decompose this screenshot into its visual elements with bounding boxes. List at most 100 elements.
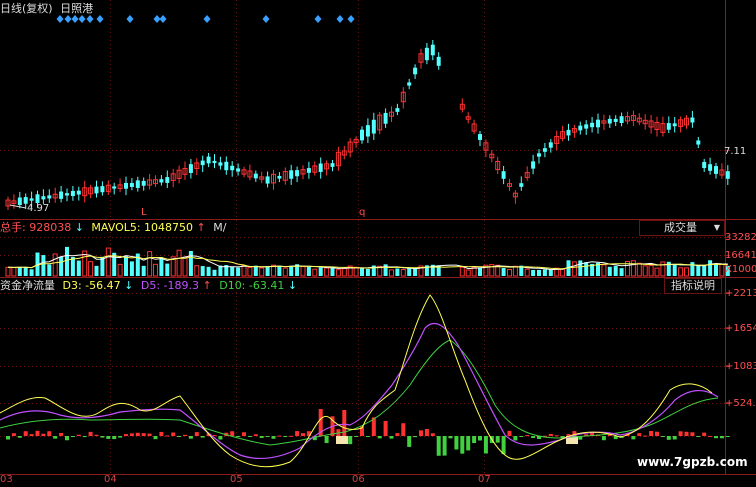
flow-bar-positive (94, 434, 99, 436)
candle-body-down (413, 67, 418, 75)
candle-body-down (65, 193, 69, 196)
signal-diamond-icon (203, 15, 211, 23)
d10-value: D10: -63.41 (219, 279, 285, 292)
flow-bar-negative (672, 436, 677, 440)
flow-bar-negative (407, 436, 412, 447)
candle-body-down (566, 129, 571, 136)
signal-diamond-icon (71, 15, 79, 23)
flow-bar-positive (29, 434, 34, 436)
flow-bar-negative (501, 436, 506, 455)
flow-bar-negative (247, 436, 252, 437)
volume-bar-up (400, 268, 406, 277)
flow-bar-positive (383, 420, 388, 436)
total-volume-arrow-icon: ↓ (74, 221, 84, 234)
candle-body-down (383, 112, 388, 124)
volume-bar-up (300, 266, 306, 277)
volume-bar-up (678, 267, 684, 277)
chevron-down-icon: ▼ (713, 223, 720, 232)
candle-body-down (407, 82, 412, 86)
flow-bar-negative (354, 436, 359, 437)
volume-bar-down (330, 267, 335, 276)
flow-bar-positive (41, 433, 46, 436)
flow-bar-negative (118, 436, 123, 438)
flow-bar-negative (448, 436, 453, 439)
flow-bar-negative (271, 436, 276, 439)
volume-bar-up (259, 267, 265, 277)
volume-bar-up (88, 261, 94, 277)
d5-value: D5: -189.3 (140, 279, 199, 292)
volume-bar-down (607, 266, 612, 276)
volume-bar-up (465, 269, 471, 277)
candle-body-down (360, 129, 364, 141)
volume-bar-down (277, 265, 282, 276)
tag-l: L (141, 207, 147, 218)
d10-arrow-icon: ↓ (287, 279, 298, 292)
stock-chart-window: 日线(复权) 日照港 4.97 7.11 L q 总手: 928038 ↓ MA… (0, 0, 756, 487)
volume-bar-down (413, 268, 418, 276)
vol-axis-mid: 166411 (725, 250, 756, 261)
candle-body-down (590, 122, 595, 128)
chart-canvas[interactable] (0, 0, 756, 487)
signal-diamond-icon (262, 15, 270, 23)
signal-diamond-icon (347, 15, 355, 23)
indicator-help-button[interactable]: 指标说明 (664, 278, 722, 294)
volume-bar-down (65, 246, 69, 276)
candle-body-down (100, 186, 105, 193)
flow-bar-positive (277, 435, 282, 437)
volume-bar-down (141, 265, 146, 276)
volume-bar-down (584, 262, 589, 276)
flow-axis-2: +1654 (725, 323, 756, 334)
flow-bar-negative (719, 436, 724, 439)
flow-bar-positive (548, 433, 553, 436)
grid-lines (0, 0, 725, 474)
candle-body-down (159, 179, 164, 183)
candle-body-down (542, 148, 547, 152)
indicator-select-dropdown[interactable]: 成交量 ▼ (639, 220, 725, 236)
flow-bar-negative (106, 436, 111, 439)
candle-body-down (47, 195, 52, 199)
period-label: 日线(复权) (0, 2, 53, 15)
volume-bar-down (407, 268, 412, 276)
flow-bar-positive (655, 431, 659, 436)
volume-bar-down (94, 265, 99, 276)
flow-bar-positive (684, 431, 689, 436)
volume-bar-down (124, 256, 128, 276)
flow-bar-positive (159, 431, 164, 436)
flow-bar-positive (507, 430, 512, 436)
candle-body-down (212, 160, 217, 164)
flow-axis-4: +524.0 (725, 398, 756, 409)
flow-bar-negative (531, 436, 536, 439)
signal-diamond-icon (126, 15, 134, 23)
volume-bar-down (696, 265, 701, 276)
x-tick-04: 04 (104, 474, 117, 485)
volume-bar-down (236, 267, 241, 276)
flow-bar-positive (554, 435, 559, 437)
volume-bar-down (306, 266, 311, 276)
x-tick-03: 03 (0, 474, 13, 485)
signal-diamond-icon (314, 15, 322, 23)
volume-bar-down (613, 265, 618, 276)
volume-bar-down (17, 267, 22, 276)
volume-bar-down (531, 269, 536, 276)
volume-bar-up (117, 263, 123, 277)
volume-bar-up (660, 261, 666, 277)
flow-bar-negative (714, 436, 718, 439)
volume-bar-down (542, 269, 547, 276)
d3-arrow-icon: ↓ (124, 279, 134, 292)
flow-bar-negative (70, 436, 75, 438)
volume-bar-up (648, 264, 654, 277)
volume-bar-down (537, 269, 541, 276)
flow-bar-positive (230, 431, 235, 436)
candle-body-down (165, 177, 170, 183)
flow-axis-1: +2213 (725, 288, 756, 299)
flow-bar-positive (194, 432, 199, 436)
volume-bar-up (642, 265, 648, 277)
volume-bar-up (5, 266, 11, 277)
flow-bar-positive (147, 433, 152, 436)
signal-diamonds (56, 15, 355, 23)
flow-bar-positive (678, 431, 683, 436)
flow-bar-negative (460, 436, 465, 454)
candle-body-down (714, 166, 718, 174)
flow-bar-positive (23, 431, 28, 436)
volume-bar-down (188, 250, 193, 276)
